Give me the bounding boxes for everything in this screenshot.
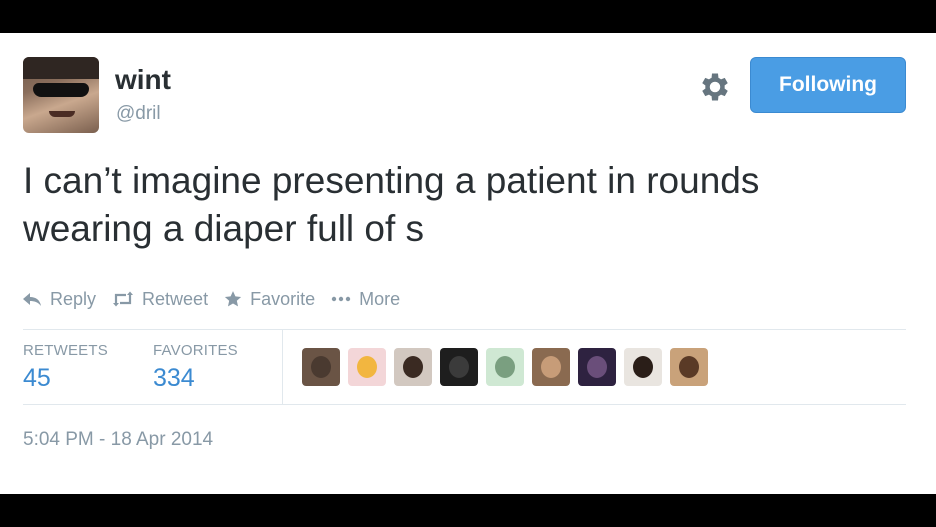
favoriter-avatar-face (449, 356, 469, 378)
retweet-label: Retweet (142, 288, 209, 309)
retweets-label: RETWEETS (23, 342, 108, 359)
favoriter-avatar-face (495, 356, 515, 378)
avatar-mouth (49, 111, 75, 117)
favorite-label: Favorite (250, 288, 316, 309)
favoriter-avatar[interactable] (440, 348, 478, 386)
favorites-label: FAVORITES (153, 342, 238, 359)
more-action[interactable]: More (331, 289, 400, 310)
avatar-sunglasses (33, 83, 89, 97)
tweet-timestamp[interactable]: 5:04 PM - 18 Apr 2014 (23, 429, 213, 451)
retweet-action[interactable]: Retweet (112, 289, 208, 310)
favoriter-avatar[interactable] (302, 348, 340, 386)
stats-bottom-divider (23, 404, 906, 405)
avatar-hair (23, 57, 99, 79)
favoriter-avatar-face (679, 356, 699, 378)
favoriter-avatar[interactable] (532, 348, 570, 386)
favoriter-avatar[interactable] (624, 348, 662, 386)
reply-icon (23, 293, 41, 306)
stats-separator (282, 330, 283, 404)
user-handle[interactable]: @dril (116, 103, 161, 125)
user-name[interactable]: wint (115, 64, 171, 96)
favoriter-avatar[interactable] (348, 348, 386, 386)
tweet-text-line-2: wearing a diaper full of s (23, 208, 425, 249)
favoriter-avatar-face (541, 356, 561, 378)
favoriters-avatars (302, 348, 716, 386)
more-label: More (359, 288, 401, 309)
favoriter-avatar[interactable] (670, 348, 708, 386)
favorite-action[interactable]: Favorite (224, 289, 315, 310)
following-button[interactable]: Following (750, 57, 906, 113)
stats-top-divider (23, 329, 906, 330)
reply-label: Reply (50, 288, 97, 309)
favoriter-avatar-face (311, 356, 331, 378)
favorites-count[interactable]: 334 (153, 364, 195, 393)
favoriter-avatar-face (403, 356, 423, 378)
tweet-card: wint @dril Following I can’t imagine pre… (0, 33, 936, 494)
reply-action[interactable]: Reply (22, 289, 96, 310)
favoriter-avatar[interactable] (486, 348, 524, 386)
gear-icon[interactable] (697, 69, 733, 105)
retweets-count[interactable]: 45 (23, 364, 51, 393)
favoriter-avatar[interactable] (578, 348, 616, 386)
retweet-icon (113, 291, 134, 307)
favoriter-avatar[interactable] (394, 348, 432, 386)
user-avatar[interactable] (23, 57, 99, 133)
favoriter-avatar-face (633, 356, 653, 378)
favoriter-avatar-face (587, 356, 607, 378)
star-icon (224, 291, 242, 307)
tweet-text-line-1: I can’t imagine presenting a patient in … (23, 160, 760, 201)
tweet-actions: Reply Retweet Favorite More (22, 287, 416, 311)
more-dots-icon (331, 296, 351, 302)
favoriter-avatar-face (357, 356, 377, 378)
tweet-text: I can’t imagine presenting a patient in … (23, 157, 883, 253)
